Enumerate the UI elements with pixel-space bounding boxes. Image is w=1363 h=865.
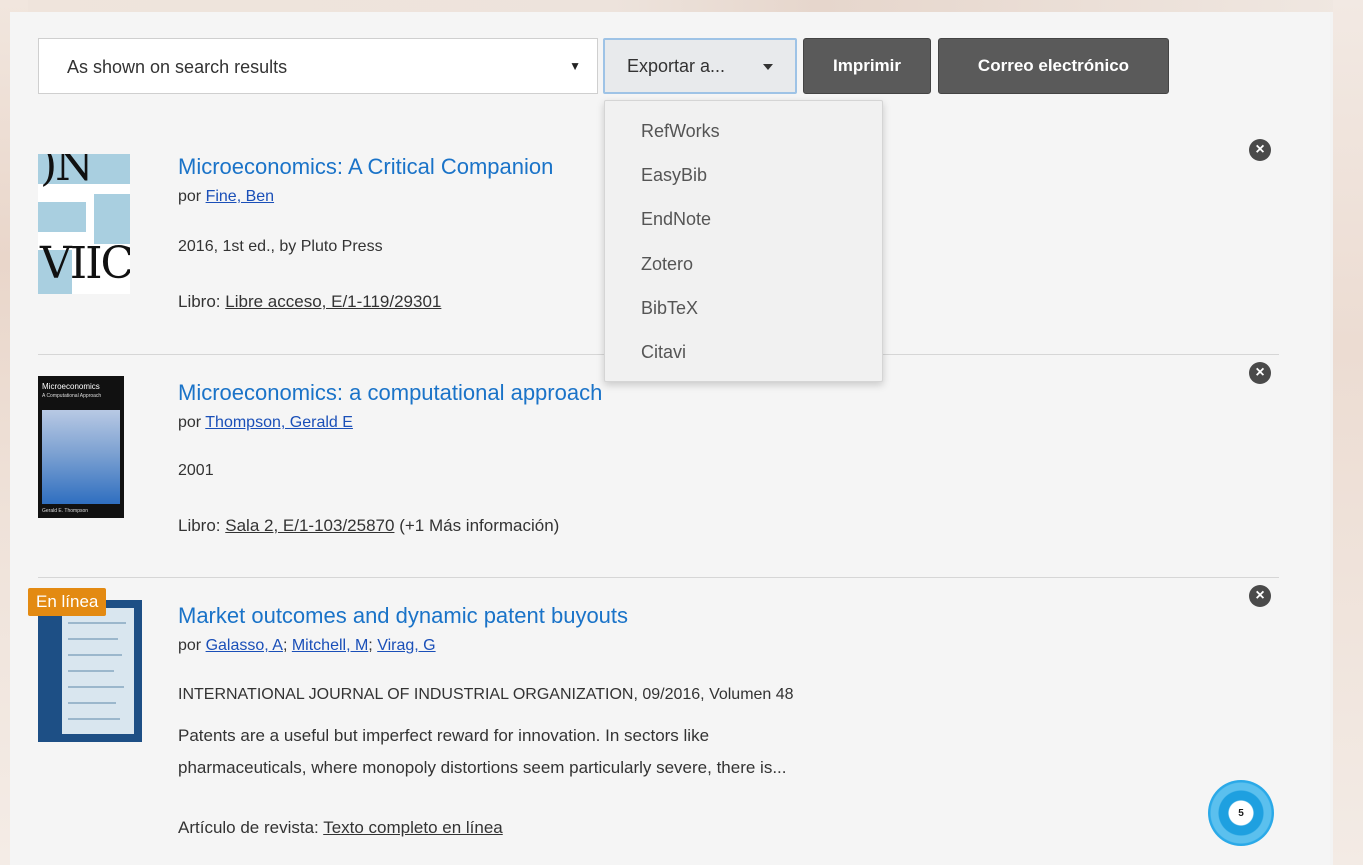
result-authors: por Fine, Ben: [178, 188, 274, 206]
author-link[interactable]: Mitchell, M: [292, 637, 368, 654]
export-button-label: Exportar a...: [627, 56, 726, 76]
cover-subtitle-text: A Computational Approach: [42, 393, 102, 399]
author-link[interactable]: Virag, G: [377, 637, 435, 654]
result-authors: por Thompson, Gerald E: [178, 414, 353, 432]
item-type-label: Artículo de revista:: [178, 818, 319, 837]
result-abstract-line: Patents are a useful but imperfect rewar…: [178, 726, 710, 745]
export-dropdown-menu: RefWorks EasyBib EndNote Zotero BibTeX C…: [604, 100, 883, 382]
item-type-label: Libro:: [178, 516, 221, 535]
availability-link[interactable]: Libre acceso, E/1-119/29301: [225, 292, 441, 311]
print-button[interactable]: Imprimir: [803, 38, 931, 94]
result-meta: INTERNATIONAL JOURNAL OF INDUSTRIAL ORGA…: [178, 686, 794, 703]
cover-title-text: Microeconomics: [42, 382, 100, 391]
result-divider: [38, 577, 1279, 578]
background-right: [1333, 0, 1363, 865]
result-title[interactable]: Microeconomics: a computational approach: [178, 380, 602, 406]
author-link[interactable]: Thompson, Gerald E: [205, 414, 353, 431]
background-top: [0, 0, 1363, 12]
format-select[interactable]: As shown on search results ▼: [38, 38, 598, 94]
author-link[interactable]: Fine, Ben: [206, 188, 274, 205]
remove-result-icon[interactable]: ×: [1249, 362, 1271, 384]
result-title[interactable]: Market outcomes and dynamic patent buyou…: [178, 603, 628, 629]
more-info-text[interactable]: (+1 Más información): [399, 516, 559, 535]
author-prefix: por: [178, 414, 202, 431]
result-title[interactable]: Microeconomics: A Critical Companion: [178, 154, 553, 180]
result-meta: 2001: [178, 462, 214, 479]
cover-author-text: Gerald E. Thompson: [42, 508, 89, 514]
remove-result-icon[interactable]: ×: [1249, 585, 1271, 607]
item-type-label: Libro:: [178, 292, 221, 311]
result-availability: Artículo de revista: Texto completo en l…: [178, 818, 503, 838]
online-badge: En línea: [28, 588, 107, 616]
result-meta: 2016, 1st ed., by Pluto Press: [178, 238, 383, 255]
menu-item-refworks[interactable]: RefWorks: [641, 121, 720, 142]
chevron-down-icon: ▼: [569, 59, 581, 73]
menu-item-easybib[interactable]: EasyBib: [641, 165, 707, 186]
availability-link[interactable]: Sala 2, E/1-103/25870: [225, 516, 394, 535]
format-select-value: As shown on search results: [67, 57, 288, 77]
availability-link[interactable]: Texto completo en línea: [323, 818, 503, 837]
result-availability: Libro: Sala 2, E/1-103/25870 (+1 Más inf…: [178, 516, 559, 536]
menu-item-citavi[interactable]: Citavi: [641, 342, 686, 363]
caret-down-icon: [763, 64, 773, 70]
menu-item-endnote[interactable]: EndNote: [641, 209, 711, 230]
floating-count-badge[interactable]: 5: [1208, 780, 1274, 846]
author-prefix: por: [178, 188, 202, 205]
remove-result-icon[interactable]: ×: [1249, 139, 1271, 161]
export-button[interactable]: Exportar a...: [603, 38, 797, 94]
menu-item-zotero[interactable]: Zotero: [641, 254, 693, 275]
email-button[interactable]: Correo electrónico: [938, 38, 1169, 94]
author-prefix: por: [178, 637, 202, 654]
book-cover-image[interactable]: )N VIICS: [38, 154, 130, 294]
menu-item-bibtex[interactable]: BibTeX: [641, 298, 698, 319]
result-abstract-line: pharmaceuticals, where monopoly distorti…: [178, 758, 787, 777]
book-cover-image[interactable]: Microeconomics A Computational Approach …: [38, 376, 124, 518]
journal-cover-image[interactable]: [38, 600, 142, 742]
result-authors: por Galasso, A; Mitchell, M; Virag, G: [178, 637, 436, 654]
author-link[interactable]: Galasso, A: [206, 637, 283, 654]
result-availability: Libro: Libre acceso, E/1-119/29301: [178, 292, 441, 312]
